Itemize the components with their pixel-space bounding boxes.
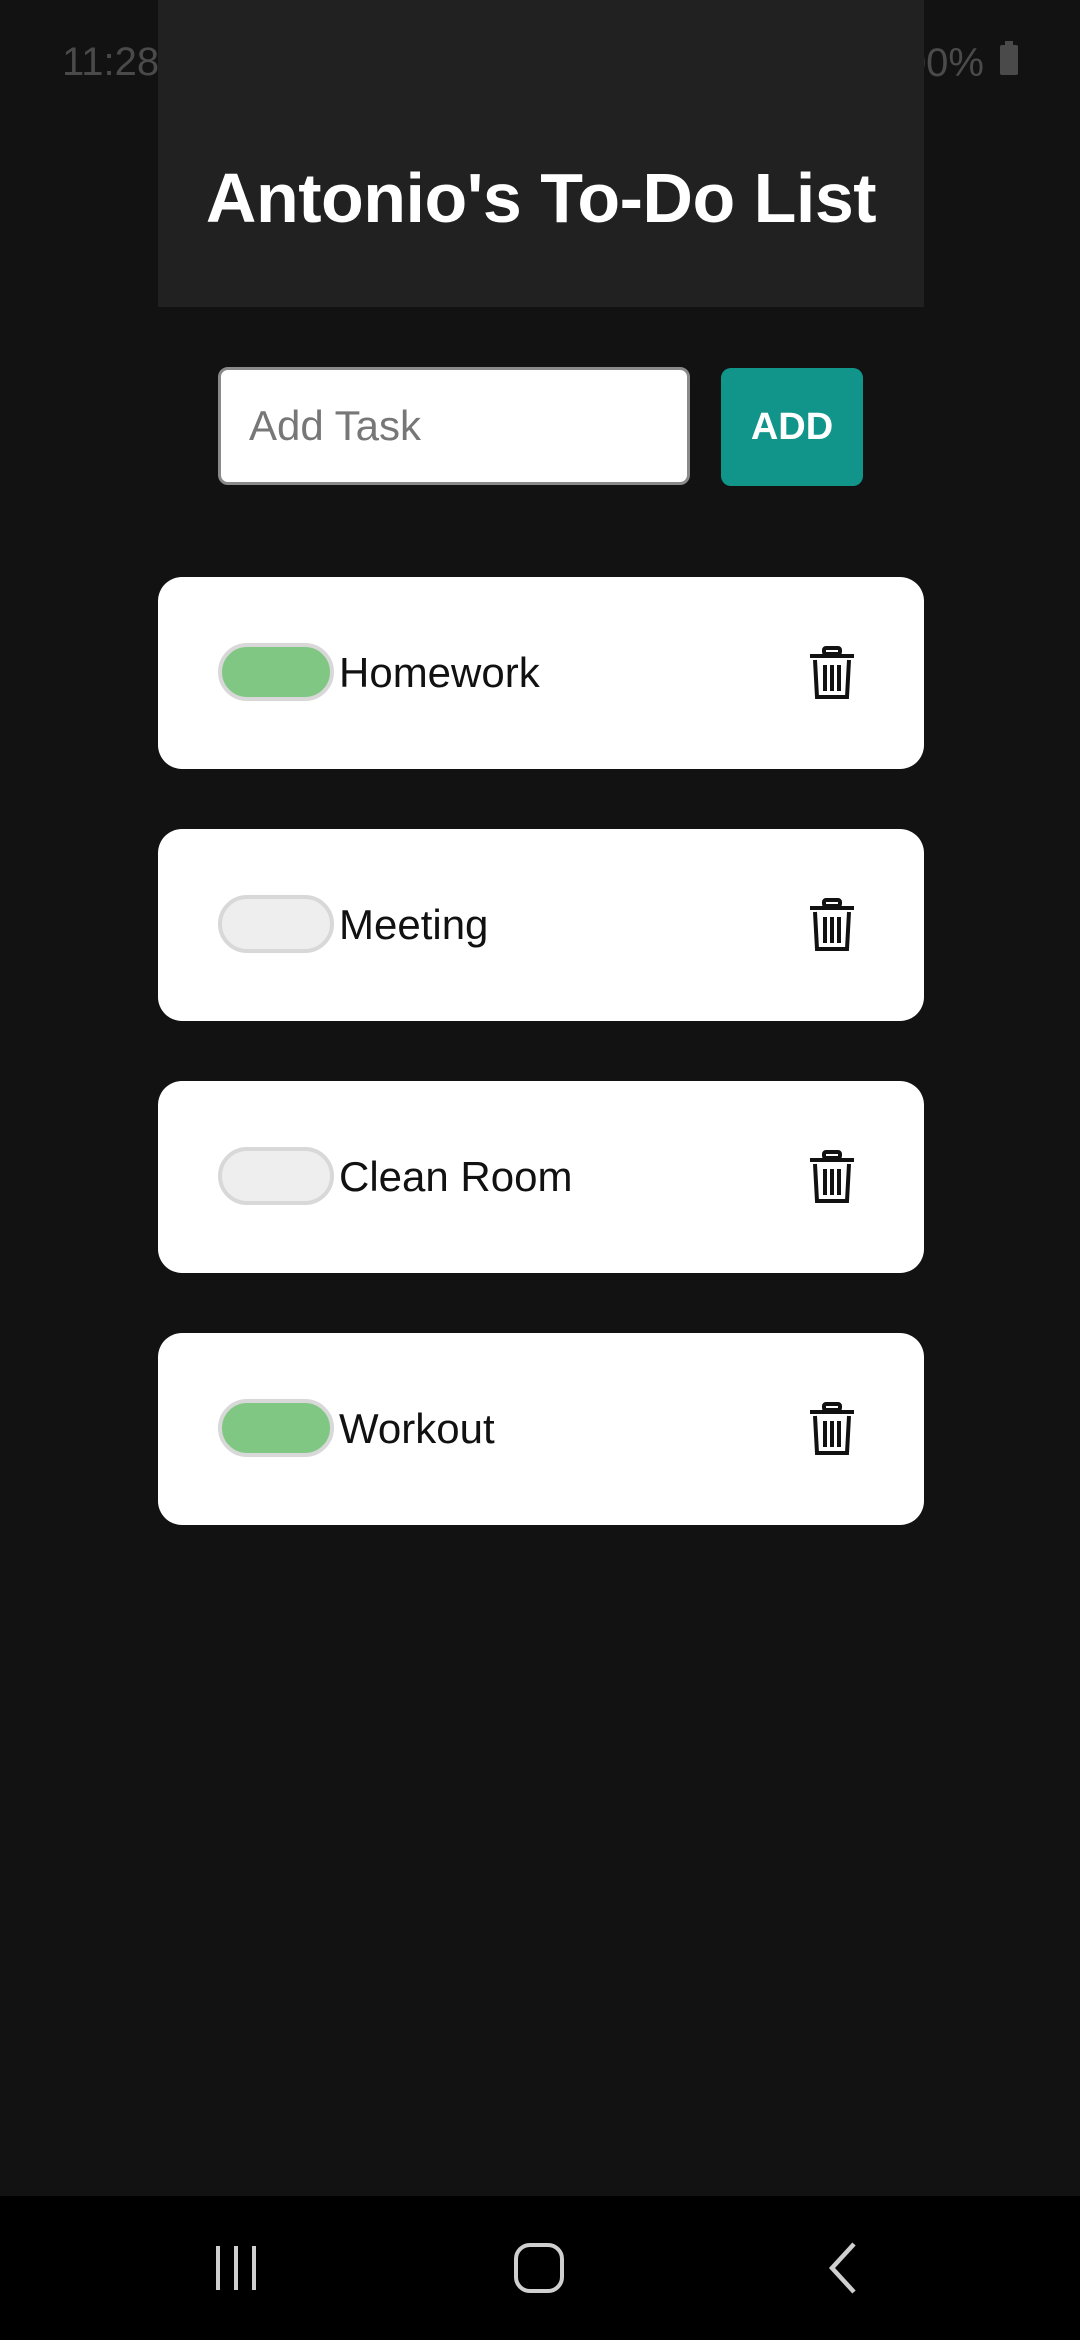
- recent-apps-icon[interactable]: [212, 2240, 262, 2301]
- app-header: Antonio's To-Do List: [158, 0, 924, 307]
- task-label: Clean Room: [339, 1153, 573, 1200]
- task-done-toggle[interactable]: [218, 643, 334, 701]
- task-done-toggle[interactable]: [218, 895, 334, 953]
- task-label: Homework: [339, 649, 540, 696]
- task-card: Workout: [158, 1333, 924, 1525]
- add-task-input[interactable]: [218, 367, 690, 485]
- task-done-toggle[interactable]: [218, 1147, 334, 1205]
- trash-icon[interactable]: [806, 1149, 858, 1205]
- status-time: 11:28: [62, 40, 160, 84]
- task-done-toggle[interactable]: [218, 1399, 334, 1457]
- trash-icon[interactable]: [806, 645, 858, 701]
- task-card: Homework: [158, 577, 924, 769]
- battery-icon: [998, 40, 1020, 86]
- trash-icon[interactable]: [806, 897, 858, 953]
- task-label: Workout: [339, 1405, 495, 1452]
- trash-icon[interactable]: [806, 1401, 858, 1457]
- back-icon[interactable]: [824, 2240, 864, 2301]
- task-label: Meeting: [339, 901, 489, 948]
- add-task-button[interactable]: ADD: [721, 368, 863, 486]
- navigation-bar: [0, 2196, 1080, 2340]
- task-card: Clean Room: [158, 1081, 924, 1273]
- home-icon[interactable]: [512, 2240, 568, 2301]
- page-title: Antonio's To-Do List: [205, 159, 877, 237]
- task-card: Meeting: [158, 829, 924, 1021]
